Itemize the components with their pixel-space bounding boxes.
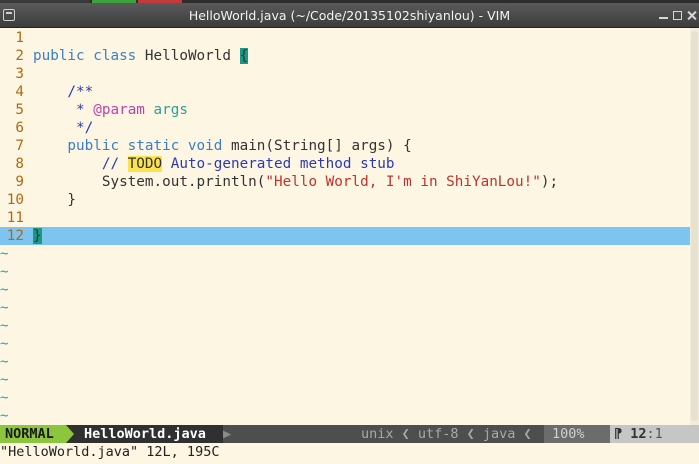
- empty-line-tilde: ~: [0, 390, 9, 406]
- code-token: Auto-generated method stub: [162, 156, 395, 172]
- window-title: HelloWorld.java (~/Code/20135102shiyanlo…: [188, 8, 511, 23]
- maximize-icon[interactable]: [673, 11, 682, 20]
- line-number: 10: [6, 192, 24, 208]
- line-code: /**: [33, 83, 93, 101]
- line-code: System.out.println("Hello World, I'm in …: [33, 173, 558, 191]
- vertical-scrollbar[interactable]: [690, 28, 699, 425]
- code-token: args: [153, 102, 188, 118]
- empty-line-tilde: ~: [0, 372, 9, 388]
- code-token: */: [33, 120, 94, 136]
- empty-line-tilde: ~: [0, 336, 9, 352]
- empty-line-tilde: ~: [0, 282, 9, 298]
- line-number: 6: [15, 120, 24, 136]
- code-token: );: [540, 174, 559, 190]
- line-code: */: [33, 119, 93, 137]
- line-number: 1: [15, 30, 24, 46]
- window-title-bar[interactable]: HelloWorld.java (~/Code/20135102shiyanlo…: [0, 3, 699, 28]
- status-line: NORMAL HelloWorld.java ▶ unix ❮ utf-8 ❮ …: [0, 425, 699, 443]
- empty-line-tilde: ~: [0, 264, 9, 280]
- line-number: 4: [15, 84, 24, 100]
- empty-line-tilde: ~: [0, 354, 9, 370]
- code-token: public static void: [33, 138, 231, 154]
- empty-line-tilde: ~: [0, 318, 9, 334]
- cursor-col: :1: [646, 426, 663, 442]
- empty-line-tilde: ~: [0, 408, 9, 424]
- editor-line[interactable]: 2 public class HelloWorld {: [0, 47, 690, 65]
- empty-line-tilde: ~: [0, 246, 9, 262]
- code-token: *: [33, 102, 94, 118]
- code-token: /**: [33, 84, 94, 100]
- command-line[interactable]: "HelloWorld.java" 12L, 195C: [0, 443, 699, 464]
- line-code: }: [33, 227, 42, 245]
- filename-separator-icon: ▶: [223, 426, 232, 442]
- line-number: 9: [15, 174, 24, 190]
- line-number-icon: ⁋: [614, 426, 623, 442]
- status-filename-text: HelloWorld.java: [84, 426, 206, 442]
- line-number: 5: [15, 102, 24, 118]
- code-token: public class: [33, 48, 145, 64]
- mode-separator-icon: [66, 425, 80, 443]
- line-number: 7: [15, 138, 24, 154]
- code-token: main(String[] args) {: [230, 138, 412, 154]
- empty-line-tilde: ~: [0, 300, 9, 316]
- code-token: "Hello World, I'm in ShiYanLou!": [265, 174, 541, 190]
- file-format-info: unix ❮ utf-8 ❮ java ❮: [361, 426, 532, 442]
- line-number: 12: [6, 228, 24, 244]
- line-code: public class HelloWorld {: [33, 47, 249, 65]
- line-code: // TODO Auto-generated method stub: [33, 155, 395, 173]
- editor-line[interactable]: 3: [0, 65, 690, 83]
- editor-line[interactable]: 9 System.out.println("Hello World, I'm i…: [0, 173, 690, 191]
- scroll-percent: 100%: [544, 425, 610, 443]
- line-number: 3: [15, 66, 24, 82]
- line-number: 8: [15, 156, 24, 172]
- line-number: 2: [15, 48, 24, 64]
- editor-line[interactable]: 4 /**: [0, 83, 690, 101]
- editor-line[interactable]: 5 * @param args: [0, 101, 690, 119]
- editor-line[interactable]: 7 public static void main(String[] args)…: [0, 137, 690, 155]
- close-icon[interactable]: [687, 11, 696, 20]
- code-token: {: [239, 48, 249, 64]
- scrollbar-thumb[interactable]: [691, 31, 698, 421]
- line-code: * @param args: [33, 101, 188, 119]
- line-number: 11: [6, 210, 24, 226]
- code-token: System.out.println(: [33, 174, 266, 190]
- code-token: TODO: [127, 156, 163, 172]
- line-code: }: [33, 191, 76, 209]
- editor-line[interactable]: 1: [0, 29, 690, 47]
- editor-line[interactable]: 6 */: [0, 119, 690, 137]
- cursor-position: ⁋ 12:1: [610, 425, 699, 443]
- editor-text-area[interactable]: 1 2 public class HelloWorld {3 4 /** 5 * @pa…: [0, 28, 690, 425]
- status-filename: HelloWorld.java: [80, 425, 223, 443]
- code-token: @param: [93, 102, 145, 118]
- editor-line-cursor[interactable]: 12}: [0, 227, 690, 245]
- code-token: }: [33, 192, 77, 208]
- editor-line[interactable]: 8 // TODO Auto-generated method stub: [0, 155, 690, 173]
- minimize-icon[interactable]: [659, 11, 668, 19]
- editor-line[interactable]: 10 }: [0, 191, 690, 209]
- code-token: //: [33, 156, 128, 172]
- editor-line[interactable]: 11: [0, 209, 690, 227]
- code-token: }: [33, 228, 42, 244]
- line-code: public static void main(String[] args) {: [33, 137, 412, 155]
- mode-indicator: NORMAL: [0, 425, 66, 443]
- cursor-line: 12: [630, 426, 647, 442]
- code-token: HelloWorld: [144, 48, 240, 64]
